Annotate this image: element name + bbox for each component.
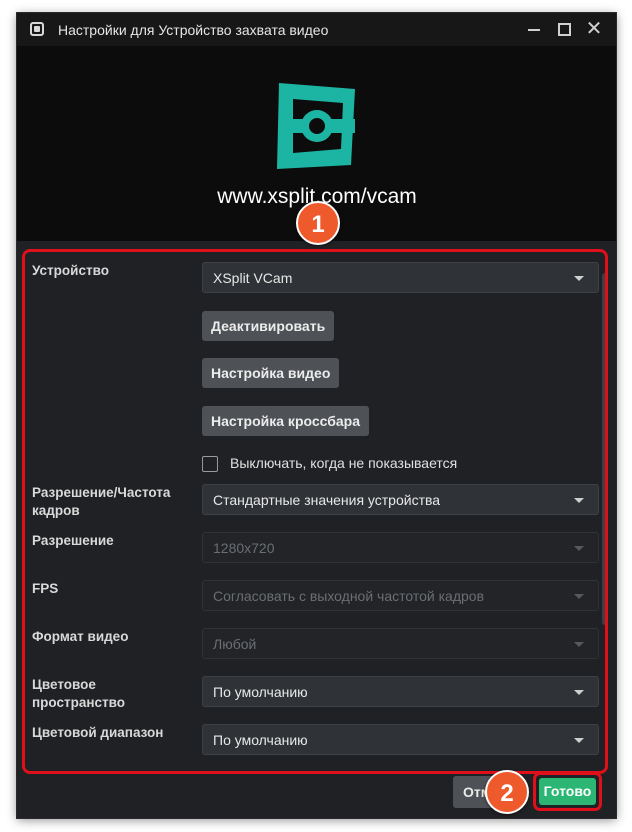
close-icon[interactable]: ✕ — [581, 17, 607, 41]
step-marker-2: 2 — [485, 770, 529, 814]
highlight-box-settings — [22, 249, 608, 774]
xsplit-vcam-logo-icon — [277, 83, 355, 169]
maximize-icon[interactable] — [551, 17, 577, 41]
window-title: Настройки для Устройство захвата видео — [58, 22, 329, 38]
step-marker-1: 1 — [296, 201, 340, 245]
highlight-box-ok — [533, 772, 602, 811]
title-bar: Настройки для Устройство захвата видео ✕ — [17, 13, 616, 46]
app-icon — [30, 22, 44, 36]
minimize-icon[interactable] — [521, 17, 547, 41]
